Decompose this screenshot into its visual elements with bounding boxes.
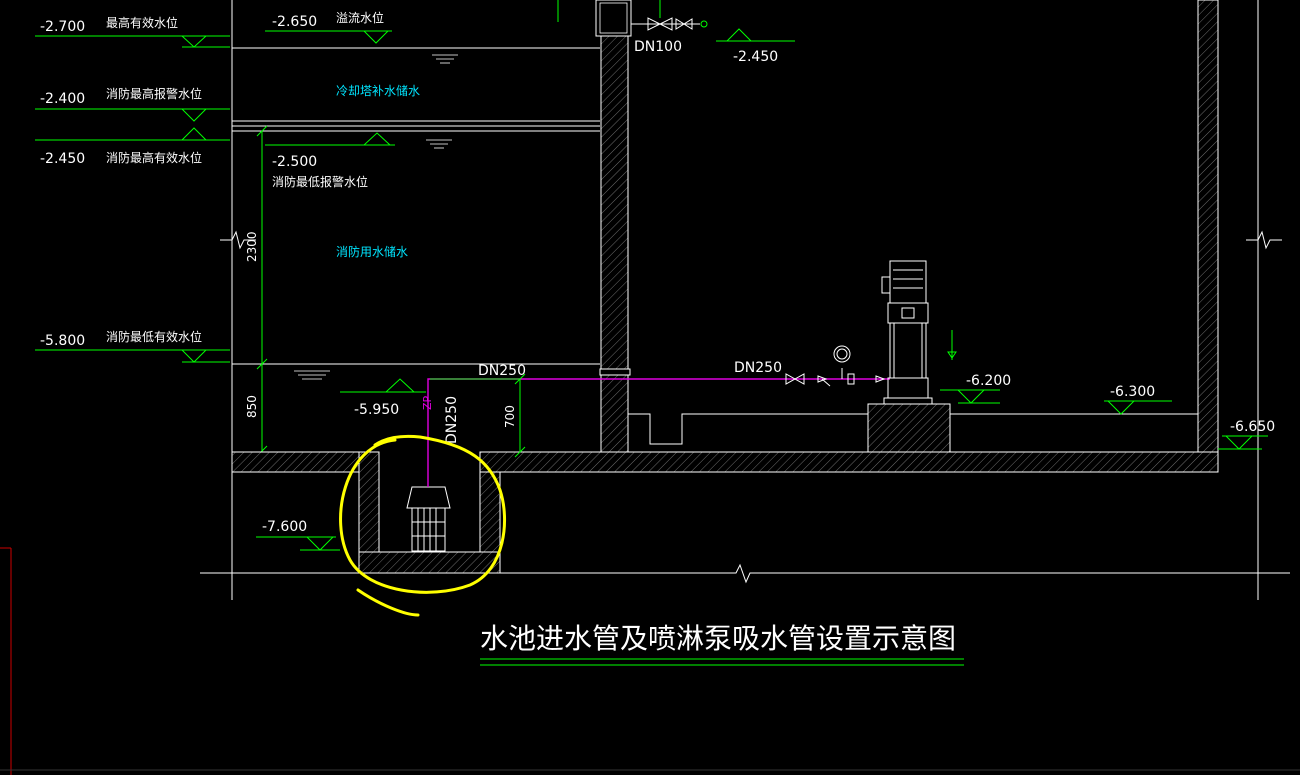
svg-text:消防最低有效水位: 消防最低有效水位 <box>106 329 202 344</box>
inlet-valve-assembly: DN100 <box>557 0 708 55</box>
level-top-right: -2.450 <box>716 28 795 65</box>
level-alarm-low: -2.500 消防最低报警水位 <box>265 132 395 189</box>
svg-text:DN250: DN250 <box>478 363 526 379</box>
pressure-gauge-icon <box>833 345 851 363</box>
pump-room-floor <box>628 403 1198 453</box>
vertical-pump <box>881 260 957 405</box>
svg-text:-2.450: -2.450 <box>40 151 85 167</box>
slab-left <box>231 451 378 473</box>
svg-text:2300: 2300 <box>245 231 259 262</box>
svg-text:消防最高报警水位: 消防最高报警水位 <box>106 86 202 101</box>
svg-text:-2.650: -2.650 <box>272 14 317 30</box>
svg-text:-2.700: -2.700 <box>40 19 85 35</box>
svg-text:-6.650: -6.650 <box>1230 419 1275 435</box>
inner-wall <box>600 35 629 453</box>
level-marker-2: -2.400 消防最高报警水位 -2.450 消防最高有效水位 <box>35 86 230 167</box>
level-marker-1: -2.700 最高有效水位 <box>35 15 230 48</box>
level-overflow: -2.650 溢流水位 <box>265 10 392 44</box>
level-pump: -6.200 <box>940 373 1011 404</box>
dimension-vertical: 2300 850 <box>245 125 268 457</box>
water-ripples <box>294 54 458 380</box>
svg-text:ZP: ZP <box>421 395 434 410</box>
level-sump-top: -5.950 <box>340 378 426 418</box>
svg-text:-6.200: -6.200 <box>966 373 1011 389</box>
svg-text:DN100: DN100 <box>634 39 682 55</box>
wall-penetration <box>599 368 631 376</box>
svg-text:溢流水位: 溢流水位 <box>336 10 384 25</box>
svg-text:-5.800: -5.800 <box>40 333 85 349</box>
level-sump-bottom: -7.600 <box>256 519 340 551</box>
break-line-right <box>1246 230 1282 250</box>
level-marker-3: -5.800 消防最低有效水位 <box>35 329 230 363</box>
pump-line-valves <box>785 345 886 387</box>
svg-text:DN250: DN250 <box>734 360 782 376</box>
zone-cooling-label: 冷却塔补水储水 <box>336 83 420 98</box>
level-outer: -6.650 <box>1218 419 1275 450</box>
svg-text:消防最低报警水位: 消防最低报警水位 <box>272 174 368 189</box>
suction-bell <box>406 486 451 552</box>
zone-fire-label: 消防用水储水 <box>336 244 408 259</box>
cad-drawing: -2.700 最高有效水位 -2.400 消防最高报警水位 -2.450 消防最… <box>0 0 1300 775</box>
svg-text:消防最高有效水位: 消防最高有效水位 <box>106 150 202 165</box>
svg-text:-7.600: -7.600 <box>262 519 307 535</box>
svg-text:700: 700 <box>503 405 517 428</box>
svg-text:850: 850 <box>245 395 259 418</box>
outer-wall-right <box>1197 0 1219 453</box>
svg-text:-2.500: -2.500 <box>272 154 317 170</box>
svg-text:最高有效水位: 最高有效水位 <box>106 15 178 30</box>
svg-text:-5.950: -5.950 <box>354 402 399 418</box>
drawing-title: 水池进水管及喷淋泵吸水管设置示意图 <box>480 622 956 655</box>
dimension-700: 700 <box>503 373 526 458</box>
slab-right <box>479 451 1219 473</box>
svg-text:-6.300: -6.300 <box>1110 384 1155 400</box>
level-room-floor: -6.300 <box>1104 384 1172 415</box>
svg-text:-2.400: -2.400 <box>40 91 85 107</box>
svg-text:DN250: DN250 <box>444 396 460 444</box>
svg-text:-2.450: -2.450 <box>733 49 778 65</box>
